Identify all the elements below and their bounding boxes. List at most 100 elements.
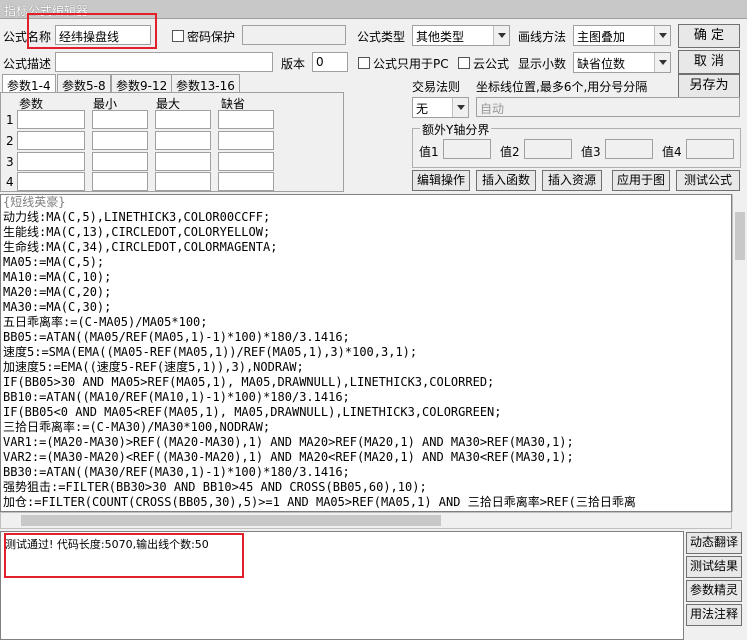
cancel-button[interactable]: 取 消 (678, 50, 740, 74)
tab-params-1-4[interactable]: 参数1-4 (2, 74, 56, 93)
params-panel: 参数 最小 最大 缺省 1 2 3 4 (0, 92, 344, 192)
editor-horizontal-scrollbar[interactable] (0, 512, 732, 529)
editor-vertical-scrollbar[interactable] (732, 194, 747, 512)
ok-button[interactable]: 确 定 (678, 24, 740, 48)
code-line: 强势狙击:=FILTER(BB30>30 AND BB10>45 AND CRO… (3, 480, 427, 494)
code-editor[interactable]: {短线英豪} 动力线:MA(C,5),LINETHICK3,COLOR00CCF… (0, 194, 732, 512)
code-line: MA05:=MA(C,5); (3, 255, 105, 269)
param-1-default[interactable] (218, 110, 274, 129)
param-row-num: 4 (6, 175, 14, 189)
val3-label: 值3 (581, 145, 601, 159)
code-line: BB05:=ATAN((MA05/REF(MA05,1)-1)*100)*180… (3, 330, 350, 344)
pc-only-checkbox[interactable] (358, 57, 370, 69)
formula-desc-label: 公式描述 (3, 57, 52, 71)
param-1-min[interactable] (92, 110, 148, 129)
tab-params-5-8[interactable]: 参数5-8 (57, 74, 111, 93)
val2-input[interactable] (524, 139, 572, 159)
edit-ops-button[interactable]: 编辑操作 (412, 170, 470, 191)
formula-type-label: 公式类型 (357, 30, 406, 44)
decimals-value: 缺省位数 (577, 57, 626, 71)
code-line: IF(BB05>30 AND MA05>REF(MA05,1), MA05,DR… (3, 375, 495, 389)
test-formula-button[interactable]: 测试公式 (676, 170, 740, 191)
param-1-max[interactable] (155, 110, 211, 129)
code-line: BB10:=ATAN((MA10/REF(MA10,1)-1)*100)*180… (3, 390, 350, 404)
param-3-default[interactable] (218, 152, 274, 171)
insert-function-button[interactable]: 插入函数 (476, 170, 536, 191)
dynamic-translate-button[interactable]: 动态翻译 (686, 532, 742, 554)
val1-label: 值1 (419, 145, 439, 159)
param-2-name[interactable] (17, 131, 85, 150)
password-checkbox[interactable] (172, 30, 184, 42)
param-4-max[interactable] (155, 172, 211, 191)
trade-rule-select[interactable]: 无 (412, 97, 469, 118)
trade-rule-value: 无 (416, 102, 429, 116)
cloud-checkbox[interactable] (458, 57, 470, 69)
param-4-default[interactable] (218, 172, 274, 191)
param-3-max[interactable] (155, 152, 211, 171)
val4-label: 值4 (662, 145, 682, 159)
param-2-max[interactable] (155, 131, 211, 150)
decimals-label: 显示小数 (518, 57, 567, 71)
chevron-down-icon (493, 26, 509, 45)
coord-label: 坐标线位置,最多6个,用分号分隔 (476, 80, 648, 94)
draw-method-label: 画线方法 (518, 30, 567, 44)
param-1-name[interactable] (17, 110, 85, 129)
tab-params-9-12[interactable]: 参数9-12 (111, 74, 173, 93)
code-line: MA30:=MA(C,30); (3, 300, 112, 314)
chevron-down-icon (452, 98, 468, 117)
chevron-down-icon (654, 53, 670, 72)
trade-rule-label: 交易法则 (412, 80, 461, 94)
param-row-num: 3 (6, 155, 14, 169)
code-line: 三拾日乖离率:=(C-MA30)/MA30*100,NODRAW; (3, 420, 271, 434)
formula-type-value: 其他类型 (416, 30, 465, 44)
code-line: VAR1:=(MA20-MA30)>REF((MA20-MA30),1) AND… (3, 435, 574, 449)
val4-input[interactable] (686, 139, 734, 159)
code-line: 加仓:=FILTER(COUNT(CROSS(BB05,30),5)>=1 AN… (3, 495, 636, 509)
draw-method-value: 主图叠加 (577, 30, 626, 44)
code-line: {短线英豪} (3, 195, 66, 209)
highlight-box-name (27, 13, 157, 49)
val3-input[interactable] (605, 139, 653, 159)
param-3-name[interactable] (17, 152, 85, 171)
code-line: 加速度5:=EMA((速度5-REF(速度5,1)),3),NODRAW; (3, 360, 304, 374)
code-line: MA10:=MA(C,10); (3, 270, 112, 284)
param-2-default[interactable] (218, 131, 274, 150)
param-row-num: 2 (6, 134, 14, 148)
param-2-min[interactable] (92, 131, 148, 150)
param-row-num: 1 (6, 113, 14, 127)
highlight-box-output (4, 533, 244, 578)
draw-method-select[interactable]: 主图叠加 (573, 25, 671, 46)
password-input[interactable] (242, 25, 346, 45)
param-tuning-button[interactable]: 参数精灵 (686, 580, 742, 602)
usage-notes-button[interactable]: 用法注释 (686, 604, 742, 626)
tab-params-13-16[interactable]: 参数13-16 (171, 74, 240, 93)
formula-desc-input[interactable] (55, 52, 273, 72)
pc-only-label: 公式只用于PC (373, 57, 449, 71)
version-label: 版本 (281, 57, 306, 71)
code-line: VAR2:=(MA30-MA20)<REF((MA30-MA20),1) AND… (3, 450, 574, 464)
scroll-thumb[interactable] (21, 515, 441, 526)
param-4-name[interactable] (17, 172, 85, 191)
code-line: IF(BB05<0 AND MA05<REF(MA05,1), MA05,DRA… (3, 405, 502, 419)
scroll-thumb[interactable] (735, 212, 745, 260)
cloud-label: 云公式 (473, 57, 510, 71)
save-as-button[interactable]: 另存为 (678, 74, 740, 98)
decimals-select[interactable]: 缺省位数 (573, 52, 671, 73)
code-line: 生能线:MA(C,13),CIRCLEDOT,COLORYELLOW; (3, 225, 271, 239)
formula-type-select[interactable]: 其他类型 (412, 25, 510, 46)
code-line: BB30:=ATAN((MA30/REF(MA30,1)-1)*100)*180… (3, 465, 350, 479)
code-line: MA20:=MA(C,20); (3, 285, 112, 299)
insert-resource-button[interactable]: 插入资源 (542, 170, 602, 191)
code-line: 生命线:MA(C,34),CIRCLEDOT,COLORMAGENTA; (3, 240, 278, 254)
val1-input[interactable] (443, 139, 491, 159)
code-line: 五日乖离率:=(C-MA05)/MA05*100; (3, 315, 208, 329)
test-result-button[interactable]: 测试结果 (686, 556, 742, 578)
param-4-min[interactable] (92, 172, 148, 191)
param-3-min[interactable] (92, 152, 148, 171)
apply-to-chart-button[interactable]: 应用于图 (612, 170, 670, 191)
val2-label: 值2 (500, 145, 520, 159)
coord-input[interactable]: 自动 (476, 97, 740, 117)
version-input[interactable]: 0 (312, 52, 348, 72)
chevron-down-icon (654, 26, 670, 45)
code-line: 动力线:MA(C,5),LINETHICK3,COLOR00CCFF; (3, 210, 271, 224)
